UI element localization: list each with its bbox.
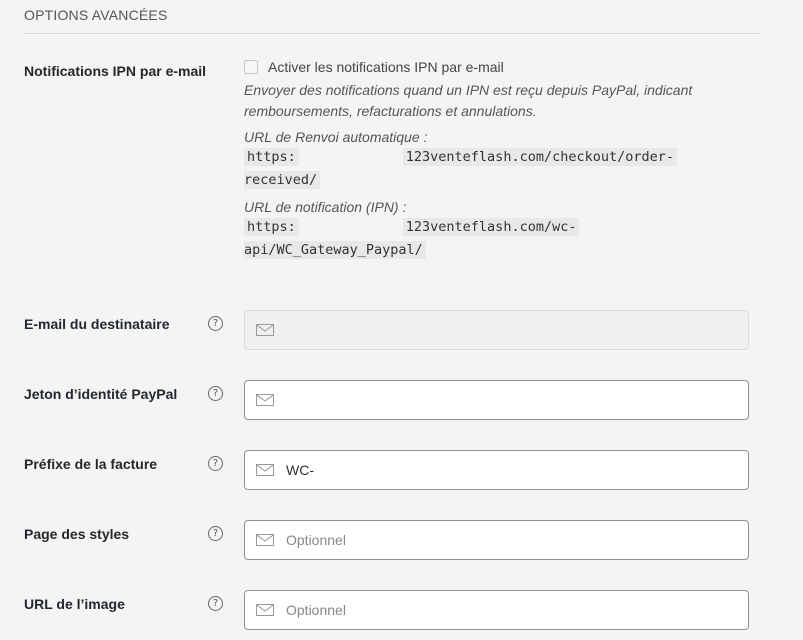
mail-icon [256, 534, 274, 546]
invoice-prefix-field[interactable] [244, 450, 749, 490]
page-style-field[interactable] [244, 520, 749, 560]
section-divider [24, 33, 760, 34]
receiver-email-field[interactable] [244, 310, 749, 350]
return-url-tail: received/ [244, 171, 321, 189]
help-icon[interactable]: ? [208, 316, 223, 331]
help-icon[interactable]: ? [208, 386, 223, 401]
help-icon[interactable]: ? [208, 526, 223, 541]
ipn-checkbox[interactable] [244, 60, 258, 74]
receiver-email-label: E-mail du destinataire [24, 316, 170, 332]
ipn-label: Notifications IPN par e-mail [24, 63, 207, 79]
receiver-email-input[interactable] [286, 322, 726, 338]
return-url-host: 123venteflash.com/checkout/order- [402, 148, 677, 166]
return-url-value: https: 123venteflash.com/checkout/order-… [244, 146, 714, 192]
ipn-block: Activer les notifications IPN par e-mail… [244, 57, 714, 262]
return-url-redacted [298, 146, 403, 169]
page-style-input[interactable] [286, 532, 726, 548]
return-url-scheme: https: [244, 148, 299, 166]
help-icon[interactable]: ? [208, 596, 223, 611]
mail-icon [256, 604, 274, 616]
notify-url-tail: api/WC_Gateway_Paypal/ [244, 241, 426, 259]
help-icon[interactable]: ? [208, 456, 223, 471]
notify-url-scheme: https: [244, 218, 299, 236]
ipn-checkbox-label[interactable]: Activer les notifications IPN par e-mail [268, 59, 504, 75]
invoice-prefix-label: Préfixe de la facture [24, 456, 158, 472]
ipn-checkbox-row[interactable]: Activer les notifications IPN par e-mail [244, 57, 714, 77]
mail-icon [256, 464, 274, 476]
image-url-label: URL de l’image [24, 596, 125, 612]
return-url-label: URL de Renvoi automatique : [244, 129, 428, 145]
notify-url-value: https: 123venteflash.com/wc- api/WC_Gate… [244, 216, 714, 262]
image-url-field[interactable] [244, 590, 749, 630]
notify-url-host: 123venteflash.com/wc- [402, 218, 580, 236]
notify-url-redacted [298, 216, 403, 239]
identity-token-input[interactable] [286, 392, 726, 408]
mail-icon [256, 324, 274, 336]
section-title: OPTIONS AVANCÉES [24, 7, 168, 23]
page-style-label: Page des styles [24, 526, 130, 542]
mail-icon [256, 394, 274, 406]
notify-url-label: URL de notification (IPN) : [244, 199, 407, 215]
identity-token-label: Jeton d’identité PayPal [24, 386, 178, 402]
invoice-prefix-input[interactable] [286, 462, 726, 478]
image-url-input[interactable] [286, 602, 726, 618]
ipn-description: Envoyer des notifications quand un IPN e… [244, 82, 693, 119]
identity-token-field[interactable] [244, 380, 749, 420]
